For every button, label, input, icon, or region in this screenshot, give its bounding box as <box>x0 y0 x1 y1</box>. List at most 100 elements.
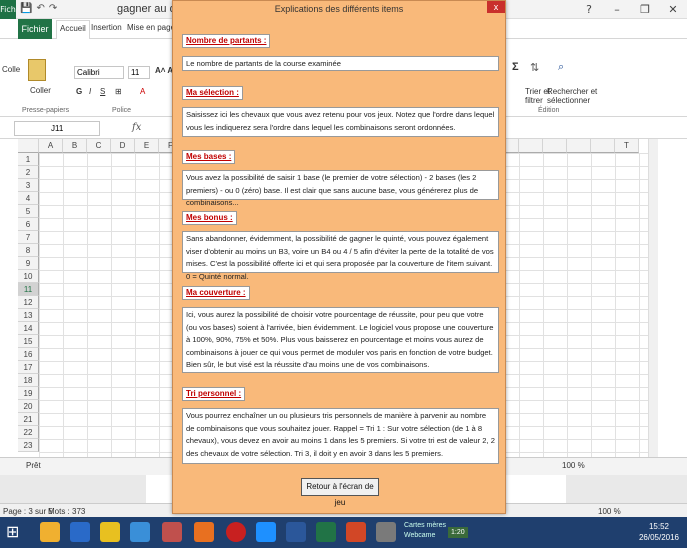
tab-accueil[interactable]: Accueil <box>56 20 90 39</box>
row-header[interactable]: 21 <box>18 413 39 426</box>
restore-icon[interactable]: ❐ <box>631 0 659 19</box>
row-header[interactable]: 15 <box>18 335 39 348</box>
select-all-corner[interactable] <box>18 139 39 153</box>
powerpoint-icon[interactable] <box>346 522 366 542</box>
column-header[interactable]: B <box>63 139 87 153</box>
firefox-icon[interactable] <box>194 522 214 542</box>
quick-access-toolbar[interactable]: 💾↶↷ <box>20 3 61 14</box>
selectionner-label[interactable]: sélectionner <box>547 96 590 105</box>
row-header[interactable]: 13 <box>18 309 39 322</box>
row-header[interactable]: 20 <box>18 400 39 413</box>
row-header[interactable]: 19 <box>18 387 39 400</box>
underline-icon[interactable]: S <box>100 87 105 96</box>
app-icon-2[interactable] <box>130 522 150 542</box>
find-icon[interactable]: ⌕ <box>558 61 564 74</box>
name-box[interactable]: J11 <box>14 121 100 136</box>
windows-start-icon[interactable]: ⊞ <box>6 522 26 542</box>
bold-icon[interactable]: G <box>76 87 82 96</box>
mini-clock[interactable]: 1:20 <box>448 527 468 538</box>
clock-date: 26/05/2016 <box>638 533 679 542</box>
word-icon[interactable] <box>286 522 306 542</box>
font-name-select[interactable]: Calibri <box>74 66 124 79</box>
column-header[interactable]: E <box>135 139 159 153</box>
column-header[interactable] <box>519 139 543 153</box>
column-header[interactable]: T <box>615 139 639 153</box>
column-header[interactable]: C <box>87 139 111 153</box>
rechercher-label[interactable]: Rechercher et <box>547 87 597 96</box>
row-header[interactable]: 10 <box>18 270 39 283</box>
label-mes-bases: Mes bases : <box>182 150 236 164</box>
row-header[interactable]: 16 <box>18 348 39 361</box>
fx-icon[interactable]: fx <box>132 122 141 133</box>
text-tri-personnel: Vous pourrez enchaîner un ou plusieurs t… <box>182 408 499 464</box>
tab-mise-en-page[interactable]: Mise en page <box>127 23 175 32</box>
group-presse-papiers: Presse-papiers <box>22 107 70 114</box>
row-header[interactable]: 23 <box>18 439 39 452</box>
row-header[interactable]: 3 <box>18 179 39 192</box>
file-tab-short[interactable]: Fich <box>0 0 16 19</box>
file-explorer-icon[interactable] <box>40 522 60 542</box>
row-header[interactable]: 18 <box>18 374 39 387</box>
app-icon-3[interactable] <box>162 522 182 542</box>
text-ma-selection: Saisissez ici les chevaux que vous avez … <box>182 107 499 137</box>
close-window-icon[interactable]: ✕ <box>659 0 687 19</box>
notif-webcame[interactable]: Webcame <box>404 532 435 539</box>
column-header[interactable]: A <box>39 139 63 153</box>
word-word-count[interactable]: Mots : 373 <box>48 507 85 516</box>
text-ma-couverture: Ici, vous aurez la possibilité de choisi… <box>182 307 499 373</box>
row-header[interactable]: 22 <box>18 426 39 439</box>
row-header[interactable]: 6 <box>18 218 39 231</box>
undo-icon[interactable]: ↶ <box>36 3 48 14</box>
explanations-dialog: Explications des différents items x Nomb… <box>172 0 506 514</box>
row-header[interactable]: 2 <box>18 166 39 179</box>
row-header[interactable]: 7 <box>18 231 39 244</box>
row-header[interactable]: 1 <box>18 153 39 166</box>
row-header[interactable]: 4 <box>18 192 39 205</box>
row-header[interactable]: 11 <box>18 283 39 296</box>
paste-icon[interactable] <box>28 59 46 81</box>
return-to-game-button[interactable]: Retour à l'écran de jeu <box>301 478 379 507</box>
group-police: Police <box>112 107 132 114</box>
app-icon-4[interactable] <box>226 522 246 542</box>
sort-filter-icon[interactable]: ⇅ <box>530 61 539 74</box>
notif-cartes-meres[interactable]: Cartes mères <box>404 522 446 529</box>
label-mes-bonus: Mes bonus : <box>182 211 237 225</box>
column-header[interactable]: D <box>111 139 135 153</box>
word-page-count[interactable]: Page : 3 sur 5 <box>3 507 53 516</box>
italic-icon[interactable]: I <box>89 87 91 96</box>
minimize-icon[interactable]: – <box>603 0 631 19</box>
app-icon-1[interactable] <box>70 522 90 542</box>
tab-insertion[interactable]: Insertion <box>91 23 122 32</box>
coller-label[interactable]: Coller <box>30 86 51 95</box>
row-header[interactable]: 17 <box>18 361 39 374</box>
app-icon-5[interactable] <box>376 522 396 542</box>
row-header[interactable]: 8 <box>18 244 39 257</box>
borders-icon[interactable]: ⊞ <box>115 87 122 96</box>
vertical-scrollbar[interactable] <box>648 139 658 457</box>
skype-icon[interactable] <box>256 522 276 542</box>
row-header[interactable]: 14 <box>18 322 39 335</box>
filtrer-label[interactable]: filtrer <box>525 96 543 105</box>
collect-label: Colle <box>2 65 21 74</box>
row-header[interactable]: 9 <box>18 257 39 270</box>
autosum-icon[interactable]: Σ <box>512 61 519 73</box>
redo-icon[interactable]: ↷ <box>49 3 61 14</box>
dialog-close-button[interactable]: x <box>487 1 505 13</box>
font-color-icon[interactable]: A <box>140 87 145 96</box>
font-size-select[interactable]: 11 <box>128 66 150 79</box>
save-icon[interactable]: 💾 <box>20 3 36 14</box>
text-nombre-partants: Le nombre de partants de la course exami… <box>182 56 499 71</box>
excel-icon[interactable] <box>316 522 336 542</box>
column-header[interactable] <box>591 139 615 153</box>
tab-fichier[interactable]: Fichier <box>18 19 52 39</box>
word-zoom-level[interactable]: 100 % <box>598 507 621 516</box>
column-header[interactable] <box>567 139 591 153</box>
row-header[interactable]: 5 <box>18 205 39 218</box>
row-header[interactable]: 12 <box>18 296 39 309</box>
column-header[interactable] <box>543 139 567 153</box>
group-edition: Édition <box>538 107 560 114</box>
system-clock[interactable]: 15:52 26/05/2016 <box>639 521 679 543</box>
help-icon[interactable]: ? <box>575 0 603 19</box>
excel-zoom-level[interactable]: 100 % <box>562 461 585 470</box>
chrome-icon[interactable] <box>100 522 120 542</box>
